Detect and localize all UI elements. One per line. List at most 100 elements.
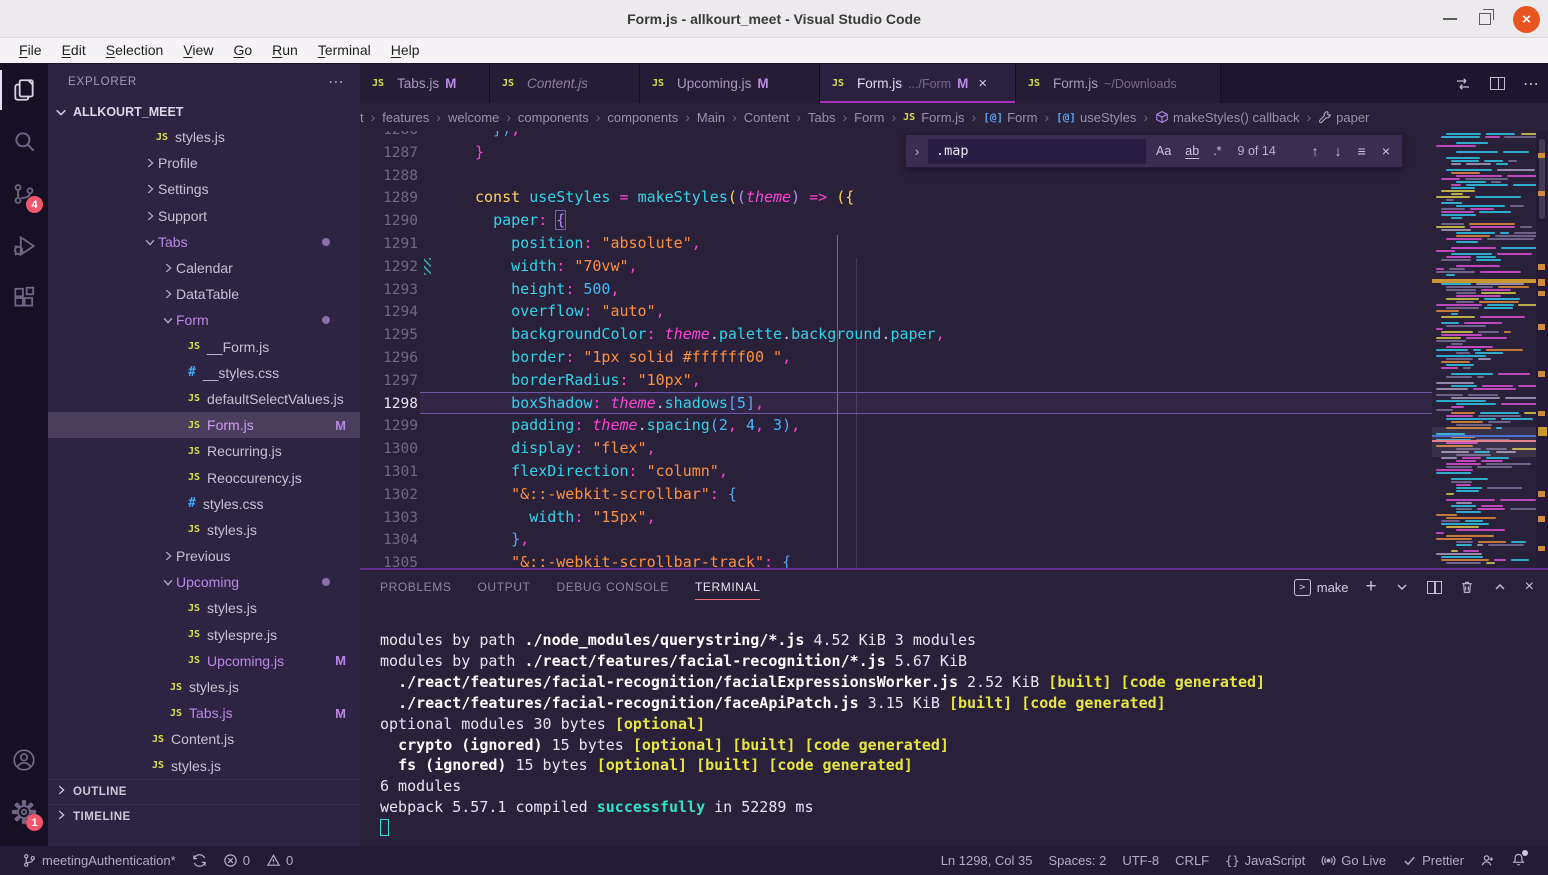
breadcrumb-makestyles-callback[interactable]: makeStyles() callback <box>1155 110 1299 125</box>
code-line-1290[interactable]: 1290 paper: { <box>360 209 1548 232</box>
breadcrumb-t[interactable]: t <box>360 110 364 125</box>
code-line-1299[interactable]: 1299 padding: theme.spacing(2, 4, 3), <box>360 414 1548 437</box>
minimap[interactable] <box>1432 131 1536 568</box>
tree-file-__styles.css[interactable]: #__styles.css <box>48 360 360 386</box>
tree-file-Tabs.js[interactable]: JSTabs.jsM <box>48 700 360 726</box>
status-utf-8[interactable]: UTF-8 <box>1114 846 1167 875</box>
minimize-icon[interactable] <box>1443 18 1457 20</box>
tab-Content.js[interactable]: JSContent.js <box>490 64 640 103</box>
code-line-1289[interactable]: 1289const useStyles = makeStyles((theme)… <box>360 186 1548 209</box>
tree-folder-Tabs[interactable]: Tabs <box>48 229 360 255</box>
menu-run[interactable]: Run <box>263 38 307 64</box>
tree-file-Recurring.js[interactable]: JSRecurring.js <box>48 438 360 464</box>
tab-Form.js-~/Downloads[interactable]: JSForm.js~/Downloads <box>1016 64 1221 103</box>
activity-run-debug-icon[interactable] <box>0 220 48 272</box>
find-next-icon[interactable]: ↓ <box>1335 143 1342 159</box>
tab-Tabs.js[interactable]: JSTabs.jsM <box>360 64 490 103</box>
code-line-1303[interactable]: 1303 width: "15px", <box>360 506 1548 529</box>
code-line-1293[interactable]: 1293 height: 500, <box>360 278 1548 301</box>
breadcrumb-components[interactable]: components <box>607 110 678 125</box>
code-line-1302[interactable]: 1302 "&::-webkit-scrollbar": { <box>360 483 1548 506</box>
status-go-live[interactable]: Go Live <box>1313 846 1394 875</box>
chevron-down-icon[interactable] <box>1394 579 1410 595</box>
breadcrumb-form-js[interactable]: JSForm.js <box>903 110 964 125</box>
minimap-viewport[interactable] <box>1432 427 1536 457</box>
tree-file-styles.css[interactable]: #styles.css <box>48 491 360 517</box>
tree-file-styles.js[interactable]: JSstyles.js <box>48 753 360 779</box>
code-line-1296[interactable]: 1296 border: "1px solid #ffffff00 ", <box>360 346 1548 369</box>
menu-file[interactable]: File <box>10 38 51 64</box>
code-line-1298[interactable]: 1298 boxShadow: theme.shadows[5], <box>360 392 1548 415</box>
open-changes-icon[interactable] <box>1454 75 1472 93</box>
status-bell[interactable] <box>1503 846 1534 875</box>
menu-selection[interactable]: Selection <box>97 38 173 64</box>
tree-file-__Form.js[interactable]: JS__Form.js <box>48 334 360 360</box>
regex-toggle[interactable]: .* <box>1213 144 1221 158</box>
new-terminal-icon[interactable]: + <box>1366 576 1377 598</box>
code-editor[interactable]: 1286 }),1287}12881289const useStyles = m… <box>360 131 1548 568</box>
find-input[interactable]: .map <box>928 139 1146 164</box>
status-javascript[interactable]: {}JavaScript <box>1217 846 1313 875</box>
menu-terminal[interactable]: Terminal <box>309 38 380 64</box>
status-meetingauthentication-[interactable]: meetingAuthentication* <box>14 846 184 875</box>
code-line-1291[interactable]: 1291 position: "absolute", <box>360 232 1548 255</box>
status-prettier[interactable]: Prettier <box>1394 846 1472 875</box>
trash-icon[interactable] <box>1459 579 1475 595</box>
status-crlf[interactable]: CRLF <box>1167 846 1217 875</box>
status-0[interactable]: 0 <box>215 846 258 875</box>
breadcrumb-tabs[interactable]: Tabs <box>808 110 835 125</box>
activity-account-icon[interactable] <box>0 734 48 786</box>
tree-folder-Form[interactable]: Form <box>48 307 360 333</box>
code-line-1295[interactable]: 1295 backgroundColor: theme.palette.back… <box>360 323 1548 346</box>
code-line-1300[interactable]: 1300 display: "flex", <box>360 437 1548 460</box>
status-spaces-2[interactable]: Spaces: 2 <box>1041 846 1115 875</box>
code-line-1304[interactable]: 1304 }, <box>360 528 1548 551</box>
activity-settings-icon[interactable]: 1 <box>0 786 48 838</box>
code-line-1297[interactable]: 1297 borderRadius: "10px", <box>360 369 1548 392</box>
tree-file-Form.js[interactable]: JSForm.jsM <box>48 412 360 438</box>
tree-folder-Upcoming[interactable]: Upcoming <box>48 569 360 595</box>
restore-icon[interactable] <box>1479 13 1491 25</box>
activity-extensions-icon[interactable] <box>0 272 48 324</box>
activity-source-control-icon[interactable]: 4 <box>0 168 48 220</box>
split-terminal-icon[interactable] <box>1427 581 1442 594</box>
find-close-icon[interactable]: × <box>1382 143 1390 159</box>
maximize-panel-icon[interactable] <box>1492 579 1508 595</box>
code-line-1294[interactable]: 1294 overflow: "auto", <box>360 300 1548 323</box>
panel-tab-problems[interactable]: PROBLEMS <box>380 570 452 604</box>
activity-explorer-icon[interactable] <box>0 64 48 116</box>
activity-search-icon[interactable] <box>0 116 48 168</box>
code-line-1305[interactable]: 1305 "&::-webkit-scrollbar-track": { <box>360 551 1548 568</box>
tree-folder-Profile[interactable]: Profile <box>48 150 360 176</box>
overview-ruler[interactable] <box>1536 131 1548 568</box>
tree-folder-Previous[interactable]: Previous <box>48 543 360 569</box>
menu-go[interactable]: Go <box>224 38 261 64</box>
terminal-output[interactable]: modules by path ./node_modules/querystri… <box>380 630 1538 839</box>
terminal-shell-picker[interactable]: > make <box>1294 579 1349 596</box>
tree-folder-Settings[interactable]: Settings <box>48 176 360 202</box>
workspace-root[interactable]: ALLKOURT_MEET <box>48 100 360 124</box>
tree-file-styles.js[interactable]: JSstyles.js <box>48 595 360 621</box>
menu-view[interactable]: View <box>174 38 222 64</box>
breadcrumb-main[interactable]: Main <box>697 110 725 125</box>
tree-folder-Calendar[interactable]: Calendar <box>48 255 360 281</box>
breadcrumb-components[interactable]: components <box>518 110 589 125</box>
whole-word-toggle[interactable]: ab <box>1185 144 1199 158</box>
status-ln-1298-col-35[interactable]: Ln 1298, Col 35 <box>933 846 1041 875</box>
breadcrumb-usestyles[interactable]: [@]useStyles <box>1056 110 1136 125</box>
find-in-selection-icon[interactable]: ≡ <box>1358 143 1366 159</box>
menu-help[interactable]: Help <box>382 38 429 64</box>
tree-file-Reoccurency.js[interactable]: JSReoccurency.js <box>48 464 360 490</box>
breadcrumb-features[interactable]: features <box>382 110 429 125</box>
editor-more-icon[interactable]: ⋯ <box>1523 74 1540 94</box>
status-sync[interactable] <box>184 846 215 875</box>
tree-file-stylespre.js[interactable]: JSstylespre.js <box>48 622 360 648</box>
tree-file-styles.js[interactable]: JSstyles.js <box>48 517 360 543</box>
panel-tab-debug-console[interactable]: DEBUG CONSOLE <box>556 570 669 604</box>
code-line-1301[interactable]: 1301 flexDirection: "column", <box>360 460 1548 483</box>
close-tab-icon[interactable]: × <box>978 75 987 92</box>
panel-tab-output[interactable]: OUTPUT <box>478 570 531 604</box>
split-editor-icon[interactable] <box>1490 77 1505 90</box>
tree-folder-DataTable[interactable]: DataTable <box>48 281 360 307</box>
close-panel-icon[interactable]: × <box>1525 578 1534 596</box>
